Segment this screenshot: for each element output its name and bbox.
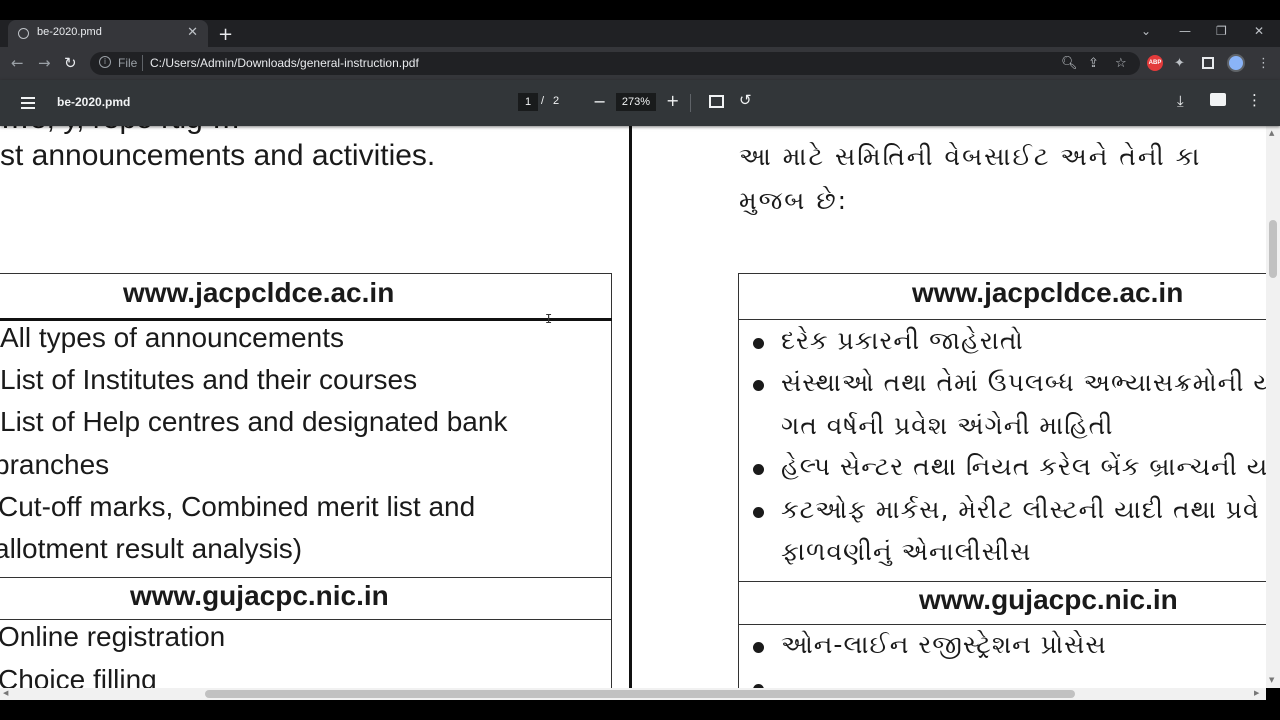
url-text[interactable]: C:/Users/Admin/Downloads/general-instruc… — [150, 56, 419, 70]
bullet-icon — [753, 338, 764, 349]
pdf-toolbar: be-2020.pmd 1 / 2 − 273% + ↺ ⤓ ⋮ — [0, 80, 1280, 126]
puzzle-icon[interactable]: ✦ — [1174, 56, 1185, 71]
right-header-rule — [738, 319, 1266, 320]
zoom-level-input[interactable]: 273% — [616, 93, 656, 111]
page-separator: / — [541, 95, 545, 107]
toolbar-divider — [690, 94, 691, 112]
tab-close-icon[interactable]: ✕ — [187, 25, 198, 40]
tab-search-icon[interactable]: ⌄ — [1141, 24, 1151, 38]
scheme-label: File — [118, 56, 138, 70]
new-tab-button[interactable]: + — [218, 24, 233, 45]
right-site2-heading: www.gujacpc.nic.in — [919, 584, 1178, 615]
clipped-top-line: …e, y, repo rtig … — [0, 126, 241, 136]
page-total: 2 — [553, 95, 560, 107]
left-item: Cut-off marks, Combined merit list and — [0, 491, 476, 522]
menu-icon[interactable] — [21, 97, 35, 109]
pdf-document-title: be-2020.pmd — [57, 95, 131, 109]
address-bar[interactable]: i File C:/Users/Admin/Downloads/general-… — [90, 52, 1140, 75]
left-item: List of Institutes and their courses — [0, 364, 418, 395]
horizontal-scroll-thumb[interactable] — [205, 690, 1075, 698]
zoom-icon[interactable]: 🔍︎ — [1061, 56, 1078, 71]
close-window-button[interactable]: ✕ — [1254, 24, 1264, 38]
sidepanel-icon[interactable] — [1202, 57, 1214, 69]
left-item: branches — [0, 449, 110, 480]
vertical-scrollbar[interactable]: ▲ ▼ — [1266, 126, 1280, 688]
scroll-down-icon[interactable]: ▼ — [1269, 676, 1274, 684]
tab-title: be-2020.pmd — [37, 26, 102, 38]
star-icon[interactable]: ☆ — [1115, 56, 1127, 71]
download-icon[interactable]: ⤓ — [1177, 92, 1184, 110]
pdf-viewer[interactable]: …e, y, repo rtig … st announcements and … — [0, 126, 1266, 688]
bullet-icon — [753, 642, 764, 653]
bullet-icon — [753, 507, 764, 518]
scroll-left-icon[interactable]: ◀ — [3, 689, 8, 697]
left-site2-heading: www.gujacpc.nic.in — [130, 580, 389, 611]
right-item: ફાળવણીનું એનાલીસીસ — [781, 537, 1032, 566]
maximize-button[interactable]: ❐ — [1216, 24, 1227, 38]
right-intro-line: મુજબ છે: — [739, 186, 849, 215]
scroll-right-icon[interactable]: ▶ — [1254, 689, 1259, 697]
right-item: હેલ્પ સેન્ટર તથા નિયત કરેલ બેંક બ્રાન્ચન… — [781, 452, 1266, 481]
bullet-icon — [753, 464, 764, 475]
browser-tab[interactable]: be-2020.pmd ✕ — [8, 20, 208, 47]
scroll-up-icon[interactable]: ▲ — [1269, 129, 1274, 137]
right-item: કટઓફ માર્કસ, મેરીટ લીસ્ટની યાદી તથા પ્રવ… — [781, 495, 1260, 524]
minimize-button[interactable]: — — [1179, 24, 1191, 38]
profile-avatar[interactable] — [1227, 54, 1245, 72]
browser-menu-icon[interactable]: ⋮ — [1257, 56, 1270, 71]
right-row-rule — [738, 581, 1266, 582]
share-icon[interactable]: ⇪ — [1088, 56, 1099, 71]
info-icon[interactable]: i — [99, 56, 111, 68]
more-options-icon[interactable]: ⋮ — [1247, 91, 1262, 109]
screen-bottom-band — [0, 700, 1280, 720]
rotate-icon[interactable]: ↺ — [739, 91, 752, 109]
page-number-input[interactable]: 1 — [518, 93, 538, 111]
right-item: ગત વર્ષની પ્રવેશ અંગેની માહિતી — [781, 411, 1114, 440]
left-row-rule — [0, 577, 612, 578]
right-item: દરેક પ્રકારની જાહેરાતો — [781, 326, 1024, 355]
reload-icon[interactable]: ↻ — [64, 54, 77, 72]
bullet-icon — [753, 380, 764, 391]
zoom-out-button[interactable]: − — [593, 92, 606, 111]
left-item: allotment result analysis) — [0, 533, 303, 564]
horizontal-scrollbar[interactable]: ◀ ▶ — [0, 688, 1266, 700]
globe-icon — [18, 28, 29, 39]
left-row-rule — [0, 619, 612, 620]
right-intro-line: આ માટે સમિતિની વેબસાઈટ અને તેની કા — [739, 142, 1202, 171]
omnibox-divider — [142, 55, 143, 71]
left-header-rule — [0, 318, 612, 321]
forward-icon[interactable]: → — [38, 54, 51, 72]
right-row-rule — [738, 624, 1266, 625]
left-item: Online registration — [0, 621, 226, 652]
print-icon[interactable] — [1210, 93, 1226, 106]
right-item: સંસ્થાઓ તથા તેમાં ઉપલબ્ધ અભ્યાસક્રમોની ય — [781, 368, 1266, 397]
vertical-scroll-thumb[interactable] — [1269, 220, 1277, 278]
column-divider — [629, 126, 632, 688]
zoom-in-button[interactable]: + — [666, 91, 679, 110]
right-item: ઓન-લાઈન રજીસ્ટ્રેશન પ્રોસેસ — [781, 630, 1107, 659]
left-item: List of Help centres and designated bank — [0, 406, 508, 437]
left-site1-heading: www.jacpcldce.ac.in — [123, 277, 395, 308]
text-cursor-icon: I — [545, 312, 553, 326]
fit-to-page-icon[interactable] — [709, 95, 724, 108]
right-site1-heading: www.jacpcldce.ac.in — [912, 277, 1184, 308]
back-icon[interactable]: ← — [11, 54, 24, 72]
left-item: All types of announcements — [0, 322, 344, 353]
left-intro-text: st announcements and activities. — [0, 139, 436, 172]
abp-icon[interactable]: ABP — [1147, 55, 1163, 71]
screen-top-band — [0, 0, 1280, 20]
left-item: Choice filling — [0, 664, 157, 688]
